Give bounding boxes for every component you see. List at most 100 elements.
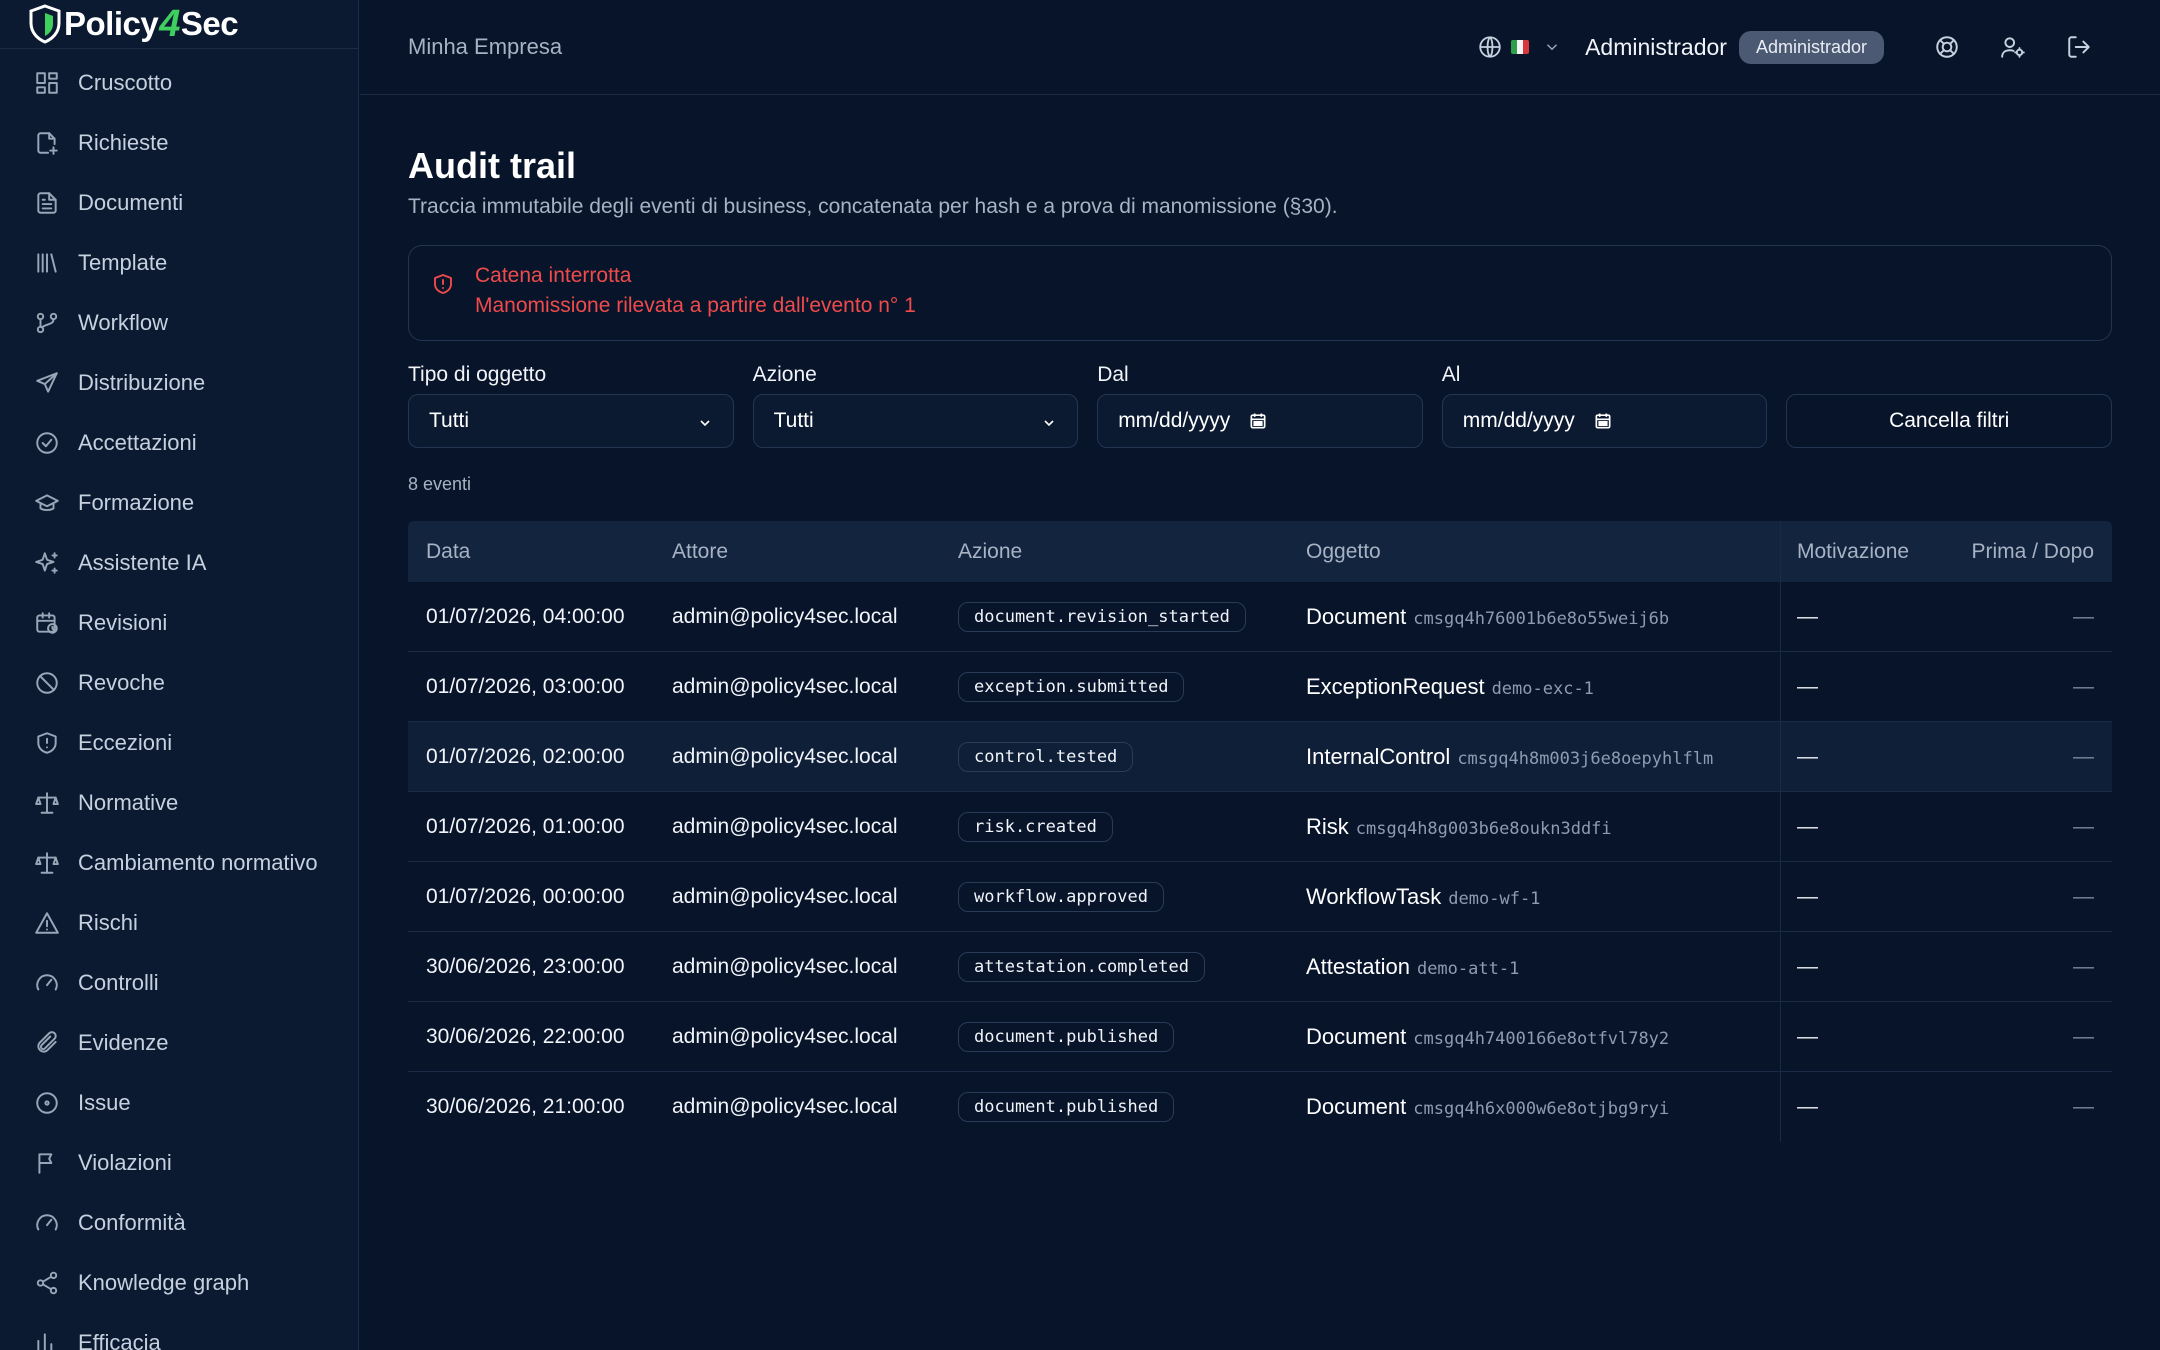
object-type-select[interactable]: Tutti — [408, 394, 734, 448]
cell-reason: — — [1797, 604, 1818, 628]
chevron-down-icon — [697, 413, 713, 429]
filter-date-to: Al mm/dd/yyyy — [1441, 363, 1768, 448]
cell-reason: — — [1797, 954, 1818, 978]
cell-object: ExceptionRequest demo-exc-1 — [1306, 674, 1780, 700]
sidebar-item-accettazioni[interactable]: Accettazioni — [0, 413, 358, 473]
sidebar-item-controlli[interactable]: Controlli — [0, 953, 358, 1013]
sidebar-item-label: Documenti — [78, 190, 184, 215]
sidebar-item-label: Violazioni — [78, 1150, 172, 1175]
table-row[interactable]: 01/07/2026, 01:00:00 admin@policy4sec.lo… — [408, 792, 2112, 862]
dashboard-icon — [34, 70, 60, 96]
cell-action: risk.created — [958, 811, 1306, 842]
filter-label: Al — [1441, 363, 1461, 386]
cell-date: 30/06/2026, 23:00:00 — [426, 954, 625, 978]
sidebar-item-normative[interactable]: Normative — [0, 773, 358, 833]
user-cog-icon — [2001, 37, 2025, 58]
cell-before-after: — — [2073, 814, 2094, 838]
sidebar-item-revisioni[interactable]: Revisioni — [0, 593, 358, 653]
date-from-input[interactable]: mm/dd/yyyy — [1097, 394, 1423, 448]
table-row[interactable]: 30/06/2026, 21:00:00 admin@policy4sec.lo… — [408, 1072, 2112, 1142]
brand-logo[interactable]: Policy 4 Sec — [0, 0, 358, 49]
cell-object: WorkflowTask demo-wf-1 — [1306, 884, 1780, 910]
sidebar-item-evidenze[interactable]: Evidenze — [0, 1013, 358, 1073]
sidebar-item-knowledge-graph[interactable]: Knowledge graph — [0, 1253, 358, 1313]
sidebar-item-label: Controlli — [78, 970, 159, 995]
logout-button[interactable] — [2046, 22, 2112, 72]
sidebar-item-conformita[interactable]: Conformità — [0, 1193, 358, 1253]
sidebar-item-eccezioni[interactable]: Eccezioni — [0, 713, 358, 773]
table-row[interactable]: 01/07/2026, 02:00:00 admin@policy4sec.lo… — [408, 722, 2112, 792]
cell-actor: admin@policy4sec.local — [672, 674, 898, 698]
cell-action: attestation.completed — [958, 951, 1306, 982]
column-header-object: Oggetto — [1306, 539, 1381, 563]
table-row[interactable]: 01/07/2026, 03:00:00 admin@policy4sec.lo… — [408, 652, 2112, 722]
sidebar-item-efficacia[interactable]: Efficacia — [0, 1313, 358, 1350]
role-badge: Administrador — [1738, 30, 1884, 64]
italian-flag-icon — [1511, 40, 1530, 54]
filter-date-from: Dal mm/dd/yyyy — [1097, 363, 1423, 448]
sidebar-item-workflow[interactable]: Workflow — [0, 293, 358, 353]
globe-icon — [1479, 36, 1501, 58]
language-selector[interactable] — [1477, 34, 1561, 60]
sidebar-item-label: Template — [78, 250, 168, 275]
table-row[interactable]: 01/07/2026, 04:00:00 admin@policy4sec.lo… — [408, 582, 2112, 652]
cell-object: Document cmsgq4h7400166e8otfvl78y2 — [1306, 1024, 1780, 1050]
alert-description: Manomissione rilevata a partire dall'eve… — [475, 294, 916, 317]
object-id: cmsgq4h7400166e8otfvl78y2 — [1413, 1028, 1670, 1049]
lifebuoy-icon — [1936, 36, 1958, 58]
filter-label: Tipo di oggetto — [408, 363, 547, 386]
calendar-icon[interactable] — [1248, 411, 1268, 431]
page-title: Audit trail — [408, 145, 576, 186]
column-header-actor: Attore — [672, 539, 729, 563]
action-chip: workflow.approved — [958, 881, 1164, 912]
column-header-date: Data — [426, 539, 471, 563]
clear-filters-button[interactable]: Cancella filtri — [1786, 394, 2112, 448]
table-row[interactable]: 30/06/2026, 23:00:00 admin@policy4sec.lo… — [408, 932, 2112, 1002]
document-icon — [34, 190, 60, 216]
sidebar-item-template[interactable]: Template — [0, 233, 358, 293]
git-branch-icon — [34, 310, 60, 336]
sidebar-item-richieste[interactable]: Richieste — [0, 113, 358, 173]
sidebar-item-assistente-ia[interactable]: Assistente IA — [0, 533, 358, 593]
organization-name: Minha Empresa — [408, 34, 563, 59]
alert-title: Catena interrotta — [475, 264, 632, 287]
sidebar-item-formazione[interactable]: Formazione — [0, 473, 358, 533]
action-select[interactable]: Tutti — [752, 394, 1079, 448]
date-to-input[interactable]: mm/dd/yyyy — [1441, 394, 1768, 448]
help-button[interactable] — [1914, 22, 1980, 72]
sidebar-item-revoche[interactable]: Revoche — [0, 653, 358, 713]
sidebar-item-cambiamento-normativo[interactable]: Cambiamento normativo — [0, 833, 358, 893]
sidebar-item-issue[interactable]: Issue — [0, 1073, 358, 1133]
main-content: Audit trail Traccia immutabile degli eve… — [408, 95, 2112, 1142]
library-icon — [34, 250, 60, 276]
cell-before-after: — — [2073, 674, 2094, 698]
cell-reason: — — [1797, 1024, 1818, 1048]
chart-icon — [34, 1330, 60, 1350]
calendar-icon[interactable] — [1593, 411, 1613, 431]
table-row[interactable]: 01/07/2026, 00:00:00 admin@policy4sec.lo… — [408, 862, 2112, 932]
sidebar-item-distribuzione[interactable]: Distribuzione — [0, 353, 358, 413]
user-settings-button[interactable] — [1980, 22, 2046, 72]
action-chip: exception.submitted — [958, 671, 1185, 702]
action-chip: document.published — [958, 1021, 1175, 1052]
sidebar-item-violazioni[interactable]: Violazioni — [0, 1133, 358, 1193]
object-id: demo-exc-1 — [1491, 678, 1594, 699]
ban-icon — [34, 670, 60, 696]
sidebar-item-label: Rischi — [78, 910, 138, 935]
sidebar-item-label: Accettazioni — [78, 430, 197, 455]
sidebar-item-cruscotto[interactable]: Cruscotto — [0, 53, 358, 113]
scale-icon — [34, 790, 60, 816]
object-id: demo-att-1 — [1416, 958, 1520, 979]
table-row[interactable]: 30/06/2026, 22:00:00 admin@policy4sec.lo… — [408, 1002, 2112, 1072]
sidebar-item-label: Workflow — [78, 310, 169, 335]
sidebar-item-label: Evidenze — [78, 1030, 169, 1055]
sidebar-item-documenti[interactable]: Documenti — [0, 173, 358, 233]
cell-before-after: — — [2073, 604, 2094, 628]
filter-label: Dal — [1097, 363, 1129, 386]
sidebar-item-label: Eccezioni — [78, 730, 173, 755]
sidebar-item-label: Conformità — [78, 1210, 186, 1235]
user-name: Administrador — [1585, 33, 1727, 60]
filter-label: Azione — [752, 363, 817, 386]
audit-table: Data Attore Azione Oggetto Motivazione P… — [408, 521, 2112, 1142]
sidebar-item-rischi[interactable]: Rischi — [0, 893, 358, 953]
